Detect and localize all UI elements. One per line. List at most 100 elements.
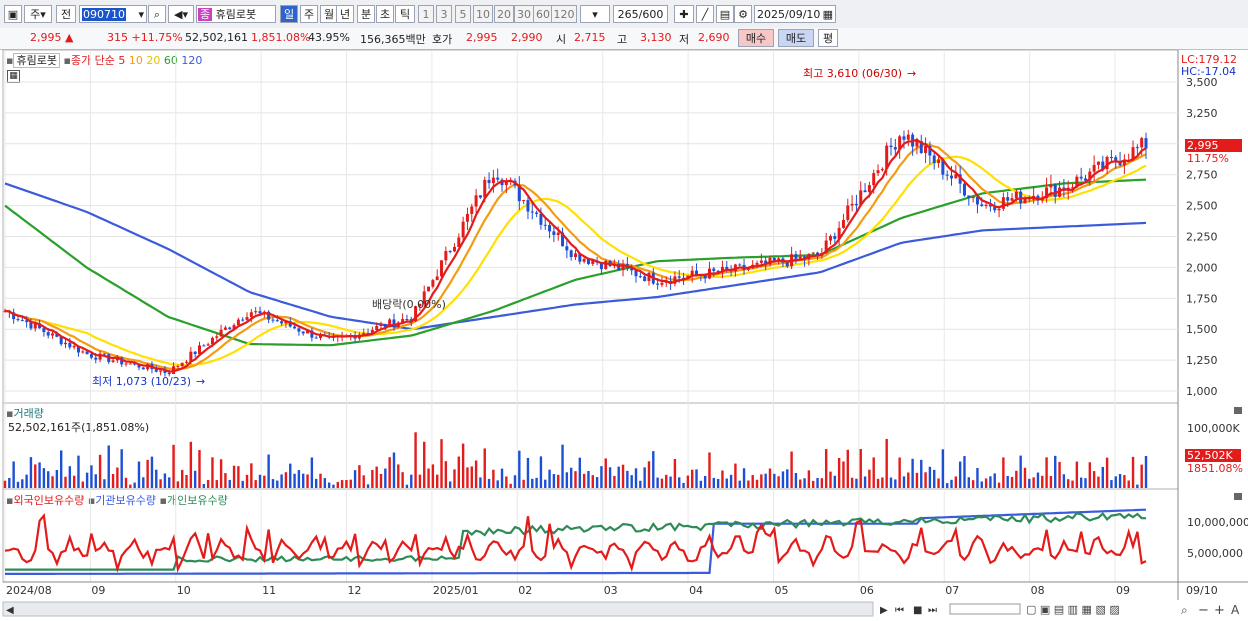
legend-ma10[interactable]: 10 — [129, 54, 143, 67]
candle — [33, 323, 37, 329]
sell-button[interactable]: 매도 — [778, 29, 814, 47]
tab-week[interactable]: 주 — [300, 5, 318, 23]
volume-bar — [431, 464, 435, 488]
num-60[interactable]: 60 — [533, 5, 553, 23]
eval-button[interactable]: 평 — [818, 29, 838, 47]
zoom-slider[interactable] — [949, 603, 1021, 615]
candle — [72, 345, 76, 348]
zoom-out-icon[interactable]: ⌕ — [1181, 603, 1188, 617]
num-5[interactable]: 5 — [455, 5, 471, 23]
candle — [846, 205, 850, 220]
tab-second[interactable]: 초 — [376, 5, 394, 23]
tool-icons[interactable]: ▢ ▣ ▤ ▥ ▦ ▧ ▨ — [1026, 603, 1120, 616]
num-30[interactable]: 30 — [514, 5, 534, 23]
stop-icon[interactable]: ■ — [913, 605, 922, 616]
candle — [1045, 187, 1049, 199]
candle — [526, 200, 530, 212]
buy-button[interactable]: 매수 — [738, 29, 774, 47]
num-1[interactable]: 1 — [418, 5, 434, 23]
legend-ma120[interactable]: 120 — [181, 54, 202, 67]
volume-bar — [72, 475, 76, 488]
legend-individual[interactable]: 개인보유수량 — [167, 494, 228, 507]
prev-button[interactable]: 전 — [56, 5, 76, 23]
tab-tick[interactable]: 틱 — [395, 5, 415, 23]
legend-institution[interactable]: 기관보유수량 — [95, 494, 156, 507]
volume-bar — [55, 469, 59, 488]
volume-bar — [427, 468, 430, 488]
individual-holding-line — [5, 511, 1146, 571]
search-icon[interactable]: ⌕ — [148, 5, 166, 23]
open-price: 2,715 — [574, 31, 606, 44]
volume-bar — [1032, 477, 1035, 488]
count-field[interactable]: 265/600 — [613, 5, 668, 23]
legend-foreign[interactable]: 외국인보유수량 — [13, 494, 84, 507]
volume-bar — [777, 476, 780, 488]
volume-bar — [1023, 467, 1027, 488]
num-3[interactable]: 3 — [436, 5, 452, 23]
scroll-right-icon[interactable]: ▶ — [880, 605, 888, 616]
scroll-left-icon[interactable]: ◀ — [6, 605, 14, 616]
num-120[interactable]: 120 — [551, 5, 577, 23]
calendar-icon[interactable]: ▦ — [823, 6, 833, 24]
date-field[interactable]: 2025/09/10 ▦ — [754, 5, 836, 23]
legend-ma5[interactable]: 5 — [118, 54, 125, 67]
candle — [418, 303, 422, 307]
volume-bar — [284, 472, 288, 488]
candle — [1135, 147, 1139, 149]
period-type-select[interactable]: 주▾ — [24, 5, 52, 23]
volume-bar — [945, 483, 949, 488]
interval-dropdown[interactable]: ▾ — [580, 5, 610, 23]
candle — [522, 200, 526, 202]
legend-ma20[interactable]: 20 — [146, 54, 160, 67]
tab-day[interactable]: 일 — [280, 5, 298, 23]
candle — [565, 246, 569, 251]
candle — [223, 327, 227, 330]
speaker-icon[interactable]: ◀▾ — [168, 5, 194, 23]
plus-icon[interactable]: + — [1214, 603, 1225, 618]
grid-toggle-icon[interactable]: ▦ — [7, 70, 20, 83]
volume-bar — [816, 477, 819, 488]
tab-year[interactable]: 년 — [336, 5, 354, 23]
num-10[interactable]: 10 — [473, 5, 493, 23]
volume-bar — [81, 481, 84, 488]
volume-bar — [803, 478, 806, 488]
font-icon[interactable]: A — [1231, 603, 1240, 617]
layout-icon[interactable]: ▣ — [4, 5, 22, 23]
legend-series[interactable]: 종가 단순 — [71, 54, 115, 67]
candle — [1114, 157, 1118, 162]
volume-bar — [531, 478, 534, 488]
code-input[interactable]: 090710 ▾ — [79, 5, 147, 23]
stock-name-field[interactable]: 종 휴림로봇 — [196, 5, 276, 23]
high-price: 3,130 — [640, 31, 672, 44]
stock-chart[interactable]: LC:179.12 HC:-17.04 3,500 3,250 3,000 2,750… — [0, 0, 1248, 621]
candle — [630, 268, 634, 271]
volume-bar — [1062, 474, 1066, 488]
candle — [1049, 184, 1053, 188]
draw-line-icon[interactable]: ╱ — [696, 5, 714, 23]
tab-minute[interactable]: 분 — [357, 5, 375, 23]
volume-close-icon[interactable] — [1234, 407, 1242, 414]
volume-bar — [850, 477, 854, 488]
candle — [911, 134, 915, 147]
candle — [172, 366, 176, 375]
volume-bar — [682, 482, 685, 488]
gear-icon[interactable]: ⚙ — [734, 5, 752, 23]
minus-icon[interactable]: − — [1198, 603, 1209, 618]
num-20[interactable]: 20 — [494, 5, 514, 23]
forward-icon[interactable]: ⏭ — [928, 605, 937, 616]
low-arrow-icon: → — [196, 375, 205, 388]
volume-bar — [323, 478, 327, 488]
volume-bar — [457, 456, 461, 488]
rewind-icon[interactable]: ⏮ — [895, 605, 904, 616]
legend-ma60[interactable]: 60 — [164, 54, 178, 67]
scrollbar-track[interactable] — [2, 601, 874, 617]
crosshair-icon[interactable]: ✚ — [674, 5, 694, 23]
candle — [608, 261, 612, 267]
volume-bar — [790, 451, 793, 488]
chevron-down-icon[interactable]: ▾ — [138, 6, 144, 24]
holding-close-icon[interactable] — [1234, 493, 1242, 500]
candle — [249, 312, 253, 318]
legend-stock-name[interactable]: 휴림로봇 — [13, 53, 60, 68]
volume-bar — [319, 473, 322, 488]
save-icon[interactable]: ▤ — [716, 5, 734, 23]
